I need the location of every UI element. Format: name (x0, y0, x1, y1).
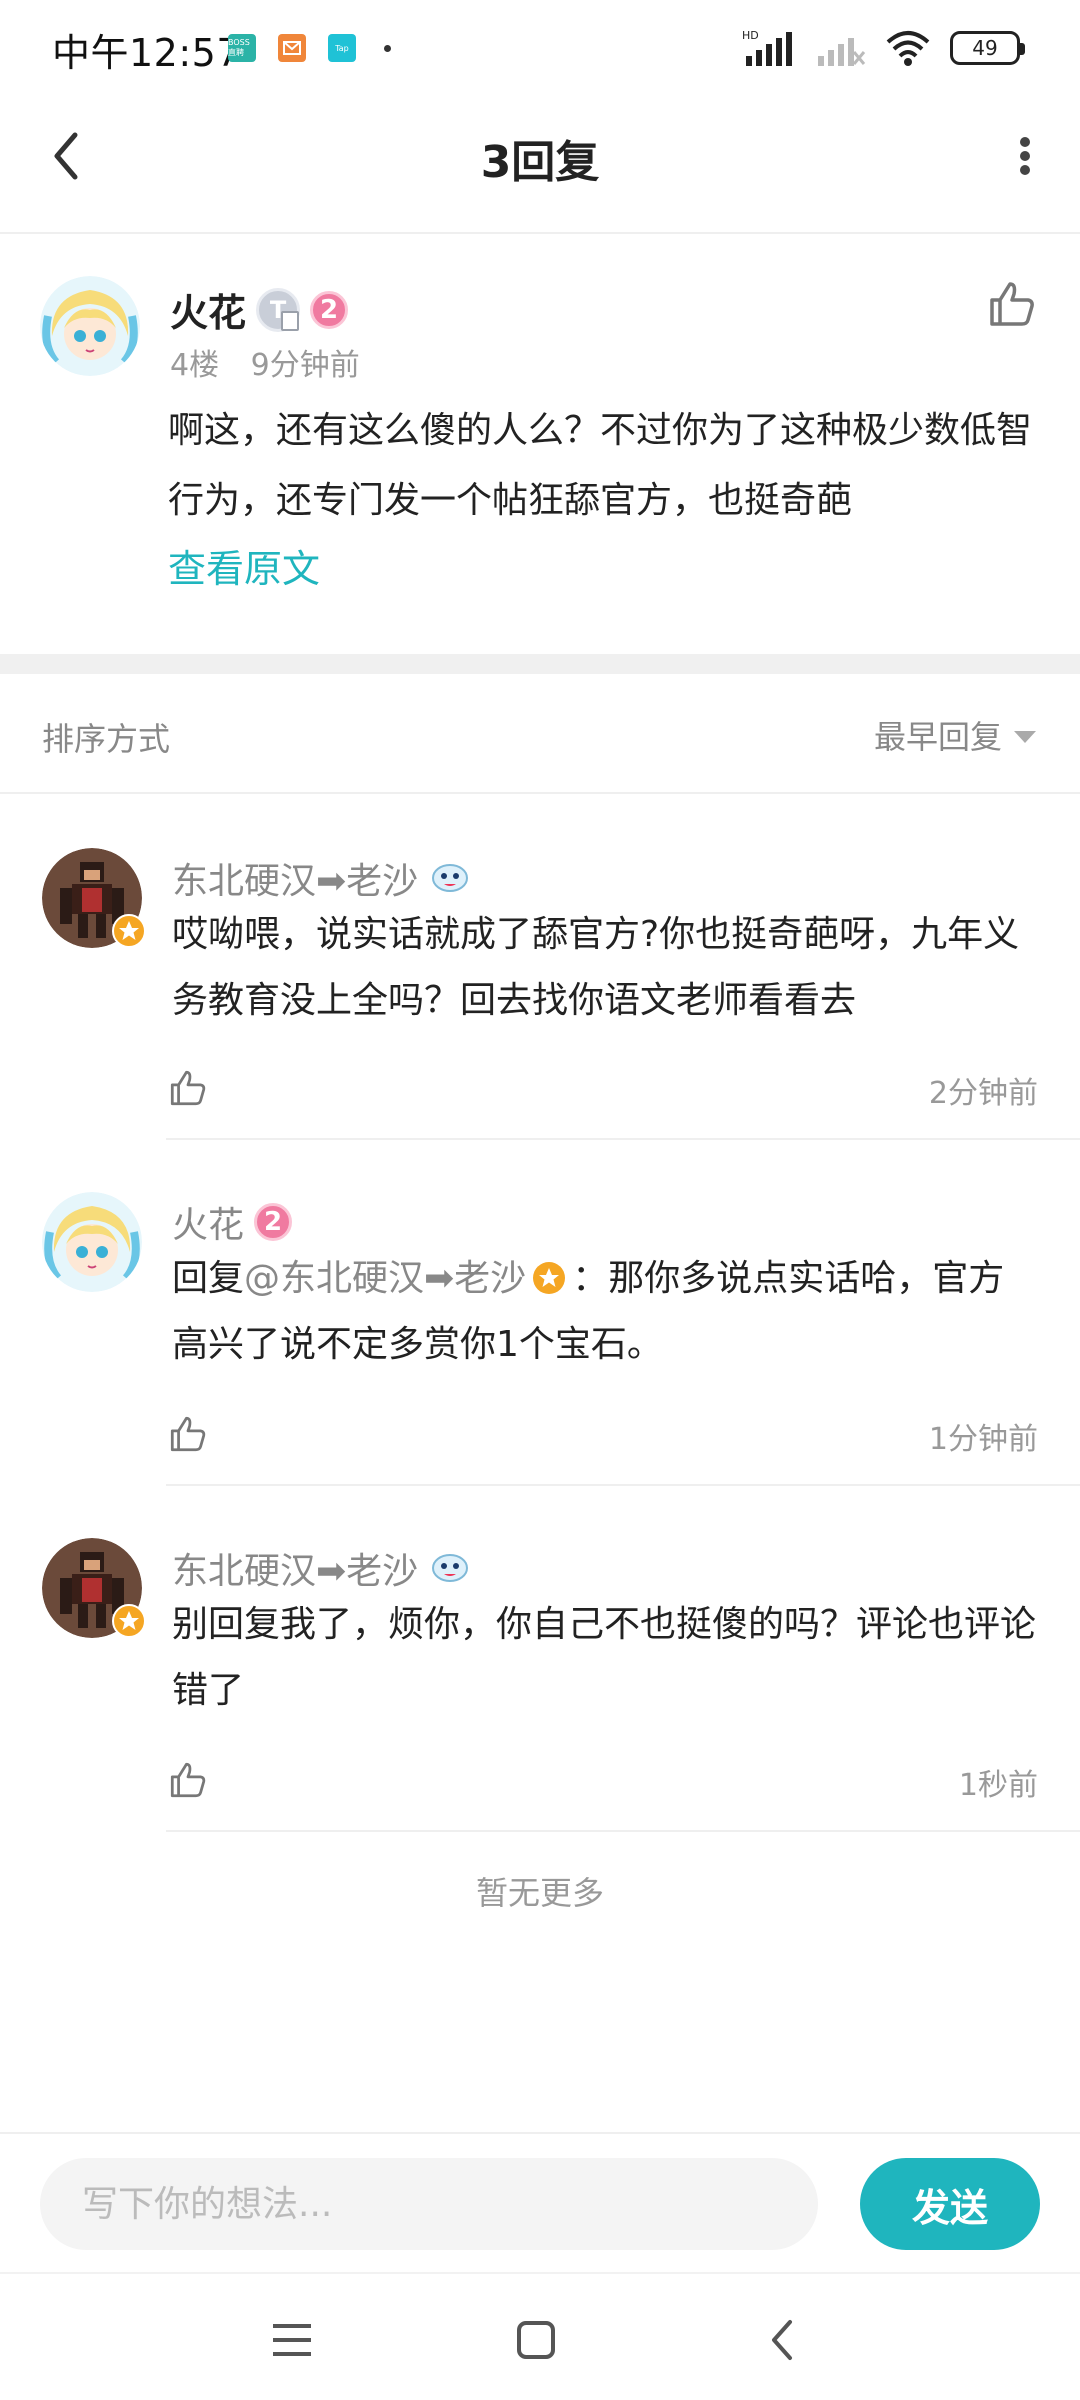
post-meta: 4楼 9分钟前 (170, 340, 360, 384)
main-comment: 火花 T 2 4楼 9分钟前 啊这，还有这么傻的人么？不过你为了这种极少数低智行… (0, 236, 1080, 654)
like-button[interactable] (166, 1758, 210, 1802)
comment-input-bar: 发送 (0, 2132, 1080, 2272)
thumbs-up-icon (170, 1416, 206, 1452)
like-button[interactable] (984, 276, 1040, 332)
signal-off-icon (818, 38, 866, 66)
reply-item: 火花 2 回复@东北硬汉➡老沙 ：那你多说点实话哈，官方高兴了说不定多赏你1个宝石… (0, 1140, 1080, 1486)
tap-app-icon: Tap (328, 34, 356, 62)
t-badge-icon: T (256, 287, 301, 332)
like-button[interactable] (166, 1066, 210, 1110)
thumbs-up-icon (990, 282, 1034, 326)
wifi-icon (886, 31, 930, 66)
anime-girl-avatar-icon (40, 276, 140, 376)
battery-icon: 49 (950, 31, 1025, 65)
user-name-row: 火花 2 (172, 1196, 293, 1248)
reply-item: 东北硬汉➡老沙 哎呦喂，说实话就成了舔官方?你也挺奇葩呀，九年义务教育没上全吗？… (0, 796, 1080, 1140)
view-original-link[interactable]: 查看原文 (168, 538, 320, 593)
send-button[interactable]: 发送 (860, 2158, 1040, 2250)
user-name-row: 东北硬汉➡老沙 (172, 852, 472, 904)
level-badge: 2 (254, 1203, 293, 1241)
post-time: 9分钟前 (250, 348, 360, 383)
reply-time: 1秒前 (958, 1768, 1038, 1803)
system-icons: HD 49 (742, 28, 1025, 68)
avatar[interactable] (40, 276, 140, 376)
menu-button[interactable] (262, 2310, 322, 2370)
anime-girl-avatar-icon (42, 1192, 142, 1292)
reply-time: 2分钟前 (928, 1076, 1038, 1111)
nav-back-button[interactable] (752, 2310, 812, 2370)
star-badge-icon (112, 1604, 146, 1638)
comment-input[interactable] (40, 2158, 818, 2250)
status-bar: 中午12:57 BOSS直聘 Tap HD 49 (0, 0, 1080, 96)
like-button[interactable] (166, 1412, 210, 1456)
star-badge-icon (533, 1262, 566, 1294)
star-badge-icon (112, 914, 146, 948)
section-divider (0, 654, 1080, 674)
no-more-text: 暂无更多 (475, 1874, 604, 1912)
level-badge: 2 (310, 290, 349, 329)
header: 3回复 (0, 96, 1080, 234)
sort-bar: 排序方式 最早回复 (0, 674, 1080, 794)
reply-time: 1分钟前 (928, 1422, 1038, 1457)
more-notifications-dot (384, 44, 391, 52)
reply-content: 回复@东北硬汉➡老沙 ：那你多说点实话哈，官方高兴了说不定多赏你1个宝石。 (172, 1246, 1040, 1378)
home-button[interactable] (506, 2310, 566, 2370)
system-nav-bar (0, 2272, 1080, 2400)
status-time: 中午12:57 (52, 31, 242, 75)
user-name[interactable]: 东北硬汉➡老沙 (172, 852, 418, 904)
thumbs-up-icon (170, 1762, 206, 1798)
user-name-row: 火花 T 2 (170, 282, 349, 337)
ghost-emoji-icon (432, 1554, 469, 1582)
user-name-row: 东北硬汉➡老沙 (172, 1542, 472, 1594)
user-name[interactable]: 火花 (172, 1196, 244, 1248)
mention-link[interactable]: @东北硬汉➡老沙 (244, 1258, 526, 1299)
chevron-down-icon (1014, 731, 1036, 743)
ghost-emoji-icon (432, 864, 469, 892)
more-vertical-icon (1020, 137, 1030, 175)
mail-app-icon (278, 34, 306, 62)
reply-prefix: 回复 (172, 1258, 245, 1299)
reply-divider (166, 1830, 1080, 1832)
notification-icons: BOSS直聘 Tap (228, 34, 391, 62)
sort-dropdown[interactable]: 最早回复 (874, 712, 1036, 758)
svg-text:HD: HD (742, 29, 759, 42)
thumbs-up-icon (170, 1070, 206, 1106)
back-icon (772, 2320, 792, 2360)
floor-number: 4楼 (170, 348, 220, 383)
sort-selected: 最早回复 (873, 718, 1002, 756)
sort-label: 排序方式 (42, 720, 171, 758)
user-name[interactable]: 火花 (170, 282, 246, 337)
reply-content: 别回复我了，烦你，你自己不也挺傻的吗？评论也评论错了 (172, 1604, 1037, 1711)
boss-app-icon: BOSS直聘 (228, 34, 256, 62)
user-name[interactable]: 东北硬汉➡老沙 (172, 1542, 418, 1594)
comment-content: 啊这，还有这么傻的人么？不过你为了这种极少数低智行为，还专门发一个帖狂舔官方，也… (168, 410, 1033, 521)
page-title: 3回复 (480, 137, 600, 188)
reply-content: 哎呦喂，说实话就成了舔官方?你也挺奇葩呀，九年义务教育没上全吗？回去找你语文老师… (172, 914, 1020, 1021)
reply-item: 东北硬汉➡老沙 别回复我了，烦你，你自己不也挺傻的吗？评论也评论错了 1秒前 (0, 1486, 1080, 1832)
signal-strength-icon: HD (742, 29, 792, 66)
avatar[interactable] (42, 1192, 142, 1292)
menu-icon (273, 2324, 311, 2356)
home-square-icon (517, 2321, 555, 2359)
more-options-button[interactable] (1000, 126, 1050, 186)
